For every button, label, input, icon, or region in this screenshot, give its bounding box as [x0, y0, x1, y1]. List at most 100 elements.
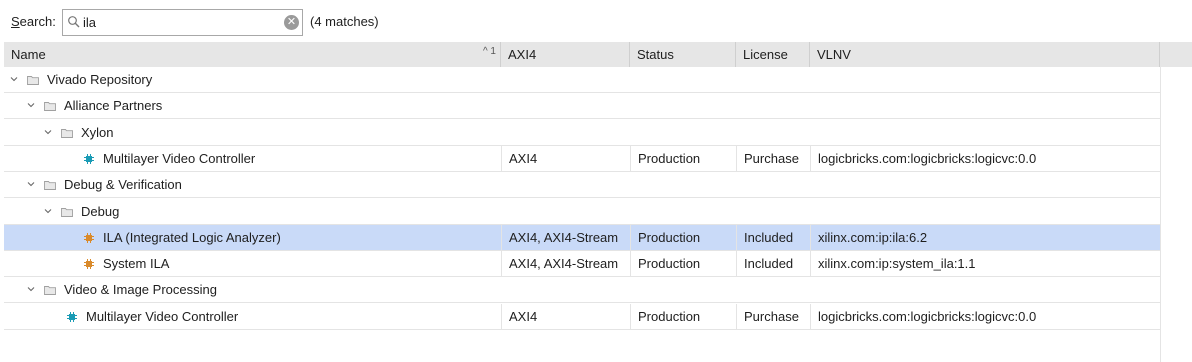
- vlnv-cell: logicbricks.com:logicbricks:logicvc:0.0: [810, 303, 1160, 330]
- status-cell: [630, 199, 736, 225]
- row-label: Debug & Verification: [64, 177, 182, 193]
- ip-name: ILA (Integrated Logic Analyzer): [103, 229, 281, 245]
- axi-cell: AXI4: [501, 145, 630, 172]
- match-count: (4 matches): [310, 14, 379, 29]
- column-header-license[interactable]: License: [736, 42, 810, 67]
- status-cell: Production: [630, 145, 736, 172]
- axi-cell: [501, 277, 630, 303]
- license-cell: Purchase: [736, 303, 810, 330]
- row-label: Alliance Partners: [64, 98, 163, 114]
- axi-cell: [501, 67, 630, 93]
- folder-icon: [61, 207, 73, 217]
- ip-chip-icon: [84, 232, 94, 243]
- ip-name: Multilayer Video Controller: [86, 308, 239, 324]
- chevron-down-icon[interactable]: [27, 180, 35, 188]
- status-cell: [630, 277, 736, 303]
- status-cell: Production: [630, 303, 736, 330]
- category-row[interactable]: Debug & Verification: [4, 172, 1160, 199]
- name-cell: Xylon: [4, 120, 501, 146]
- table-header: Name ^ 1 AXI4 Status License VLNV: [4, 42, 1192, 67]
- vlnv-cell: xilinx.com:ip:ila:6.2: [810, 224, 1160, 251]
- status-cell: [630, 120, 736, 146]
- status-cell: [630, 67, 736, 93]
- row-label: Vivado Repository: [47, 72, 153, 87]
- license-cell: [736, 172, 810, 198]
- column-header-axi[interactable]: AXI4: [501, 42, 630, 67]
- license-cell: [736, 199, 810, 225]
- category-row[interactable]: Vivado Repository: [4, 67, 1160, 93]
- name-cell: System ILA: [4, 251, 501, 277]
- folder-icon: [27, 76, 39, 85]
- axi-cell: AXI4, AXI4-Stream: [501, 251, 630, 278]
- ip-chip-icon: [67, 311, 77, 322]
- column-header-status[interactable]: Status: [630, 42, 736, 67]
- ip-row[interactable]: Multilayer Video Controller AXI4 Productio…: [4, 303, 1160, 330]
- vlnv-cell: xilinx.com:ip:system_ila:1.1: [810, 251, 1160, 278]
- clear-icon[interactable]: ✕: [284, 15, 299, 30]
- license-cell: [736, 277, 810, 303]
- folder-icon: [44, 181, 56, 191]
- license-cell: Included: [736, 224, 810, 251]
- row-label: Debug: [81, 203, 120, 219]
- status-cell: Production: [630, 224, 736, 251]
- name-cell: Video & Image Processing: [4, 277, 501, 303]
- license-cell: [736, 67, 810, 93]
- name-cell: Multilayer Video Controller: [4, 304, 501, 330]
- row-label: Xylon: [81, 124, 114, 140]
- magnifier-icon: [68, 16, 80, 28]
- axi-cell: AXI4: [501, 303, 630, 330]
- vlnv-cell: [810, 93, 1160, 119]
- axi-cell: [501, 172, 630, 198]
- name-cell: Debug: [4, 199, 501, 225]
- search-input[interactable]: [83, 13, 279, 32]
- status-cell: [630, 93, 736, 119]
- license-cell: [736, 120, 810, 146]
- search-label: Search:: [11, 14, 56, 29]
- folder-icon: [61, 128, 73, 138]
- folder-icon: [44, 102, 56, 112]
- ip-chip-icon: [84, 259, 94, 270]
- ip-row[interactable]: System ILA AXI4, AXI4-Stream Production Inc…: [4, 251, 1160, 278]
- name-cell: Alliance Partners: [4, 93, 501, 119]
- category-row[interactable]: Debug: [4, 199, 1160, 225]
- axi-cell: [501, 93, 630, 119]
- ip-name: Multilayer Video Controller: [103, 150, 256, 166]
- search-box[interactable]: ✕: [62, 9, 303, 36]
- chevron-down-icon[interactable]: [10, 75, 18, 83]
- vlnv-cell: [810, 199, 1160, 225]
- column-header-filler: [1160, 42, 1192, 67]
- name-cell: Debug & Verification: [4, 172, 501, 198]
- chevron-down-icon[interactable]: [44, 128, 52, 136]
- search-bar: Search: ✕ (4 matches): [0, 0, 1192, 42]
- folder-icon: [44, 286, 56, 296]
- ip-row[interactable]: ILA (Integrated Logic Analyzer) AXI4, AXI…: [4, 224, 1160, 251]
- vlnv-cell: [810, 277, 1160, 303]
- axi-cell: [501, 199, 630, 225]
- category-row[interactable]: Video & Image Processing: [4, 277, 1160, 304]
- license-cell: Included: [736, 251, 810, 278]
- status-cell: [630, 172, 736, 198]
- ip-name: System ILA: [103, 256, 170, 272]
- ip-chip-icon: [84, 153, 94, 164]
- column-header-vlnv[interactable]: VLNV: [810, 42, 1160, 67]
- vlnv-cell: [810, 172, 1160, 198]
- category-row[interactable]: Xylon: [4, 120, 1160, 146]
- ip-row[interactable]: Multilayer Video Controller AXI4 Productio…: [4, 145, 1160, 172]
- chevron-down-icon[interactable]: [27, 101, 35, 109]
- category-row[interactable]: Alliance Partners: [4, 93, 1160, 120]
- vlnv-cell: [810, 120, 1160, 146]
- license-cell: Purchase: [736, 145, 810, 172]
- column-header-name[interactable]: Name ^ 1: [4, 42, 501, 67]
- row-label: Video & Image Processing: [64, 282, 217, 298]
- chevron-down-icon[interactable]: [44, 207, 52, 215]
- vlnv-cell: logicbricks.com:logicbricks:logicvc:0.0: [810, 145, 1160, 172]
- table-filler: [1160, 67, 1192, 362]
- name-cell: Multilayer Video Controller: [4, 146, 501, 172]
- axi-cell: [501, 120, 630, 146]
- license-cell: [736, 93, 810, 119]
- name-cell: Vivado Repository: [4, 67, 501, 93]
- ip-catalog-table: Name ^ 1 AXI4 Status License VLNV Vivado…: [4, 42, 1192, 362]
- name-cell: ILA (Integrated Logic Analyzer): [4, 225, 501, 251]
- chevron-down-icon[interactable]: [27, 285, 35, 293]
- vlnv-cell: [810, 67, 1160, 93]
